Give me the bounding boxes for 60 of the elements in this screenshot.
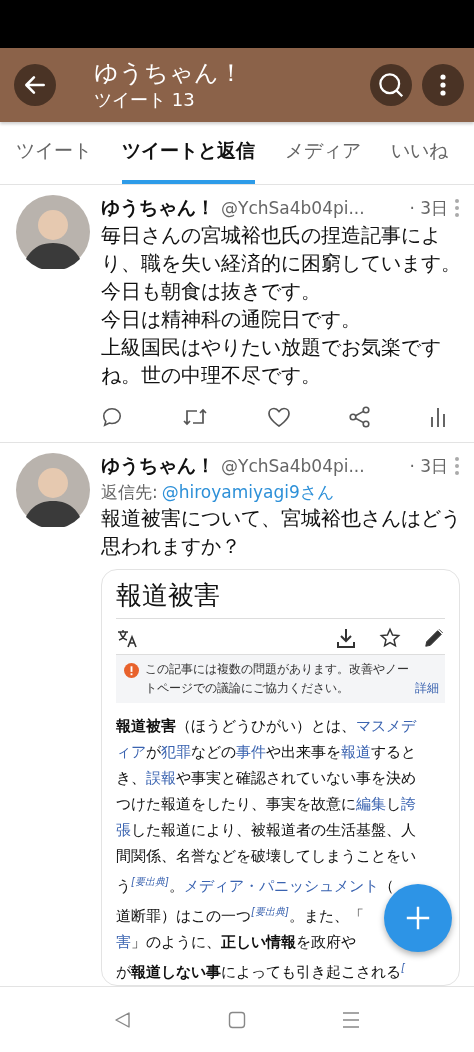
article-link[interactable]: 編集 bbox=[356, 795, 386, 813]
article-link[interactable]: 事件 bbox=[236, 743, 266, 761]
retweet-icon[interactable] bbox=[181, 406, 208, 428]
download-icon[interactable] bbox=[335, 627, 357, 649]
back-button[interactable] bbox=[14, 64, 56, 106]
details-link[interactable]: 詳細 bbox=[415, 679, 439, 698]
tweet-time: · 3日 bbox=[408, 454, 448, 478]
reply-icon[interactable] bbox=[101, 406, 123, 428]
article-link[interactable]: 張 bbox=[116, 821, 131, 839]
article-line: つけた報道をしたり、事実を故意に編集し誇 bbox=[116, 794, 416, 815]
search-button[interactable] bbox=[370, 64, 412, 106]
more-button[interactable] bbox=[422, 64, 464, 106]
reply-label: 返信先: bbox=[101, 482, 158, 502]
plus-icon bbox=[404, 904, 432, 932]
share-icon[interactable] bbox=[349, 406, 372, 428]
user-handle: @YchSa4b04pi... bbox=[221, 456, 365, 476]
warning-icon bbox=[124, 663, 139, 678]
article-link[interactable]: 犯罪 bbox=[161, 743, 191, 761]
tab[interactable]: ツイートと返信 bbox=[122, 122, 255, 184]
profile-name: ゆうちゃん！ bbox=[94, 58, 244, 88]
tab[interactable]: メディア bbox=[285, 122, 361, 184]
tab[interactable]: ツイート bbox=[16, 122, 92, 184]
article-line: 間関係、名誉などを破壊してしまうことをい bbox=[116, 846, 416, 867]
notice-text: この記事には複数の問題があります。改善やノートページでの議論にご協力ください。 bbox=[145, 661, 409, 697]
tweet-text: 報道被害について、宮城裕也さんはどう 思われますか？ bbox=[101, 506, 460, 560]
mention-link[interactable]: @hiroyamiyagi9さん bbox=[161, 482, 334, 502]
tweet-text: 毎日さんの宮城裕也氏の捏造記事によ り、職を失い経済的に困窮しています。 今日も朝食は抜きです。 今日は精神科の通院日です。 上級国民はやりたい放題でお気楽です ね。世の中理不尽です。 bbox=[101, 223, 460, 389]
article-line: ィアが犯罪などの事件や出来事を報道すると bbox=[116, 742, 416, 763]
article-line: が報道しない事によっても引き起こされる$^{[}$ bbox=[116, 961, 405, 983]
article-line: 害」のように、正しい情報を政府や bbox=[116, 932, 356, 953]
avatar[interactable] bbox=[16, 453, 90, 527]
article-link[interactable]: ィア bbox=[116, 743, 146, 761]
article-line: 張 した報道により、被報道者の生活基盤、人 bbox=[116, 820, 416, 841]
home-icon[interactable] bbox=[228, 1011, 246, 1029]
user-name: ゆうちゃん！ bbox=[101, 453, 215, 478]
article-link[interactable]: 報道 bbox=[341, 743, 371, 761]
star-icon[interactable] bbox=[379, 627, 401, 649]
article-link[interactable]: 誤報 bbox=[146, 769, 176, 787]
tab[interactable]: いいね bbox=[391, 122, 448, 184]
article-line: き、誤報や事実と確認されていない事を決め bbox=[116, 768, 416, 789]
stats-icon[interactable] bbox=[430, 406, 446, 428]
search-icon bbox=[376, 70, 406, 100]
tweet-count: ツイート 13 bbox=[94, 88, 196, 112]
user-handle: @YchSa4b04pi... bbox=[221, 198, 365, 218]
tweet-time: · 3日 bbox=[408, 196, 448, 220]
article-link[interactable]: 誇 bbox=[401, 795, 416, 813]
more-icon bbox=[439, 73, 447, 97]
article-link[interactable]: メディア・パニッシュメント bbox=[183, 877, 379, 895]
back-icon[interactable] bbox=[114, 1011, 132, 1029]
translate-icon[interactable] bbox=[116, 627, 140, 649]
avatar[interactable] bbox=[16, 195, 90, 269]
user-name: ゆうちゃん！ bbox=[101, 195, 215, 220]
article-line: 道断罪）はこの一つ$^{[要出典]}$。また、「 bbox=[116, 905, 364, 927]
link-card[interactable] bbox=[101, 569, 460, 986]
article-line: 報道被害（ほうどうひがい）とは、マスメデ bbox=[116, 716, 416, 737]
article-title: 報道被害 bbox=[116, 578, 445, 619]
article-link[interactable]: 害 bbox=[116, 933, 131, 951]
article-link[interactable]: マスメデ bbox=[356, 717, 416, 735]
pencil-icon[interactable] bbox=[423, 627, 445, 649]
heart-icon[interactable] bbox=[266, 406, 291, 428]
